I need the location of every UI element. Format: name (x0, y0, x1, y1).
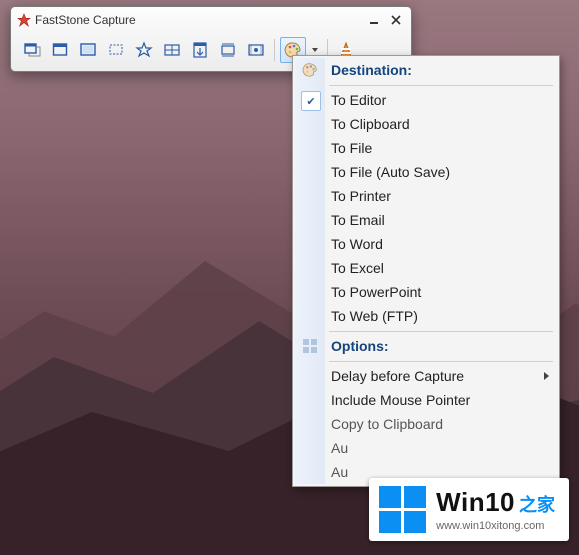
menu-item-destination-9[interactable]: To Web (FTP) (295, 304, 557, 328)
watermark-name: Win10 (436, 487, 515, 518)
capture-window-button[interactable] (47, 37, 73, 63)
menu-item-option-3[interactable]: Au (295, 436, 557, 460)
close-button[interactable] (385, 12, 407, 28)
watermark-logo: Win10 之家 www.win10xitong.com (369, 478, 569, 541)
capture-fixed-size-button[interactable] (215, 37, 241, 63)
capture-fixed-region-button[interactable] (159, 37, 185, 63)
menu-item-destination-3[interactable]: To File (Auto Save) (295, 160, 557, 184)
palette-icon (301, 61, 319, 79)
watermark-url: www.win10xitong.com (436, 520, 555, 532)
menu-item-destination-5[interactable]: To Email (295, 208, 557, 232)
menu-item-option-0[interactable]: Delay before Capture (295, 364, 557, 388)
window-title: FastStone Capture (35, 13, 363, 27)
app-icon (17, 13, 31, 27)
menu-item-destination-1[interactable]: To Clipboard (295, 112, 557, 136)
output-destination-menu: Destination:To EditorTo ClipboardTo File… (292, 55, 560, 487)
submenu-arrow-icon (544, 372, 549, 380)
screen-recorder-button[interactable] (243, 37, 269, 63)
watermark-suffix: 之家 (519, 491, 555, 517)
menu-item-destination-6[interactable]: To Word (295, 232, 557, 256)
menu-item-destination-7[interactable]: To Excel (295, 256, 557, 280)
capture-active-window-button[interactable] (19, 37, 45, 63)
menu-item-destination-2[interactable]: To File (295, 136, 557, 160)
chevron-down-icon (312, 48, 318, 52)
menu-header-destination: Destination: (295, 58, 557, 82)
capture-scrolling-button[interactable] (187, 37, 213, 63)
menu-header-options: Options: (295, 334, 557, 358)
options-icon (301, 337, 319, 355)
windows-logo-icon (379, 486, 426, 533)
capture-freehand-button[interactable] (131, 37, 157, 63)
menu-item-destination-0[interactable]: To Editor (295, 88, 557, 112)
menu-item-option-1[interactable]: Include Mouse Pointer (295, 388, 557, 412)
menu-item-destination-8[interactable]: To PowerPoint (295, 280, 557, 304)
minimize-button[interactable] (363, 12, 385, 28)
capture-rectangle-button[interactable] (103, 37, 129, 63)
capture-fullscreen-button[interactable] (75, 37, 101, 63)
titlebar[interactable]: FastStone Capture (11, 7, 411, 31)
toolbar-separator (274, 39, 275, 61)
menu-item-option-2[interactable]: Copy to Clipboard (295, 412, 557, 436)
menu-item-destination-4[interactable]: To Printer (295, 184, 557, 208)
